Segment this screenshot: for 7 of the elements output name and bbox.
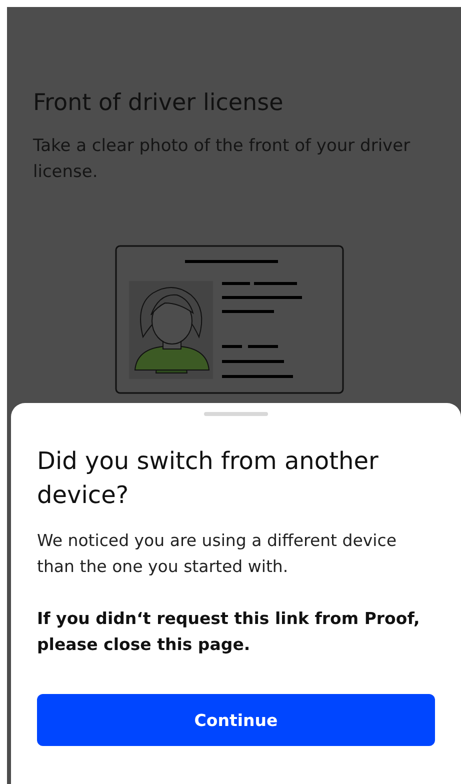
page-description: Take a clear photo of the front of your driver license. [33,135,412,184]
warning-text: If you didn‘t request this link from Proof, please close this page. [37,608,421,656]
sheet-message: We noticed you are using a different device than the one you started with. [37,530,398,578]
drag-handle[interactable] [204,412,268,416]
page-title: Front of driver license [33,89,284,118]
sheet-title: Did you switch from another device? [37,446,380,511]
continue-button[interactable]: Continue [37,694,435,746]
